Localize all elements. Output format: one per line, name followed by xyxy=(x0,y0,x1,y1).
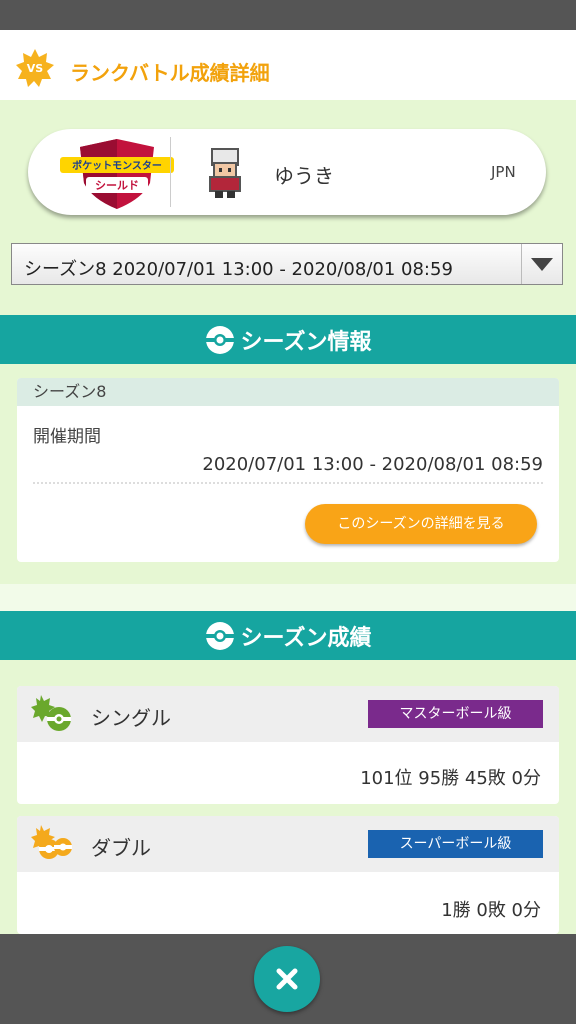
chevron-down-icon xyxy=(531,258,553,271)
double-rank-badge: スーパーボール級 xyxy=(368,830,543,858)
page-title: ランクバトル成績詳細 xyxy=(70,61,270,85)
single-battle-icon xyxy=(31,695,71,731)
section-spacer xyxy=(0,584,576,611)
season-info-card: シーズン8 開催期間 2020/07/01 13:00 - 2020/08/01… xyxy=(17,378,559,562)
double-result: 1勝 0敗 0分 xyxy=(441,900,541,921)
season-info-title: シーズン情報 xyxy=(240,329,372,355)
single-record-card[interactable]: シングル マスターボール級 101位 95勝 45敗 0分 xyxy=(17,686,559,804)
season-name: シーズン8 xyxy=(17,378,559,406)
close-button[interactable] xyxy=(254,946,320,1012)
trainer-region: JPN xyxy=(491,163,516,181)
season-record-band: シーズン成績 xyxy=(0,611,576,660)
period-value: 2020/07/01 13:00 - 2020/08/01 08:59 xyxy=(202,454,543,475)
single-rank-badge: マスターボール級 xyxy=(368,700,543,728)
trainer-card: ポケットモンスター シールド ゆうき JPN xyxy=(28,129,546,215)
single-record-header: シングル マスターボール級 xyxy=(17,686,559,742)
season-info-band: シーズン情報 xyxy=(0,315,576,364)
page-header: VS ランクバトル成績詳細 xyxy=(0,30,576,100)
card-divider xyxy=(170,137,171,207)
double-battle-icon xyxy=(31,825,72,859)
double-label: ダブル xyxy=(91,836,151,860)
trainer-name: ゆうき xyxy=(274,164,334,188)
season-select-toggle[interactable] xyxy=(521,244,562,284)
pokemon-shield-logo: ポケットモンスター シールド xyxy=(60,139,174,209)
double-record-header: ダブル スーパーボール級 xyxy=(17,816,559,872)
divider xyxy=(33,482,543,484)
game-logo-subtitle: シールド xyxy=(95,179,139,192)
season-select[interactable]: シーズン8 2020/07/01 13:00 - 2020/08/01 08:5… xyxy=(11,243,563,285)
double-record-card[interactable]: ダブル スーパーボール級 1勝 0敗 0分 xyxy=(17,816,559,934)
pokeball-icon xyxy=(205,621,234,650)
game-logo-title: ポケットモンスター xyxy=(72,159,162,172)
season-detail-button[interactable]: このシーズンの詳細を見る xyxy=(305,504,537,544)
status-bar xyxy=(0,0,576,30)
season-record-title: シーズン成績 xyxy=(240,625,372,651)
vs-badge-icon: VS xyxy=(16,49,54,87)
close-icon xyxy=(276,968,298,990)
single-result: 101位 95勝 45敗 0分 xyxy=(360,768,541,789)
trainer-avatar xyxy=(209,148,241,198)
season-select-value: シーズン8 2020/07/01 13:00 - 2020/08/01 08:5… xyxy=(24,259,453,280)
pokeball-icon xyxy=(205,325,234,354)
vs-badge-text: VS xyxy=(27,62,44,75)
single-label: シングル xyxy=(91,706,171,730)
period-label: 開催期間 xyxy=(33,427,101,447)
